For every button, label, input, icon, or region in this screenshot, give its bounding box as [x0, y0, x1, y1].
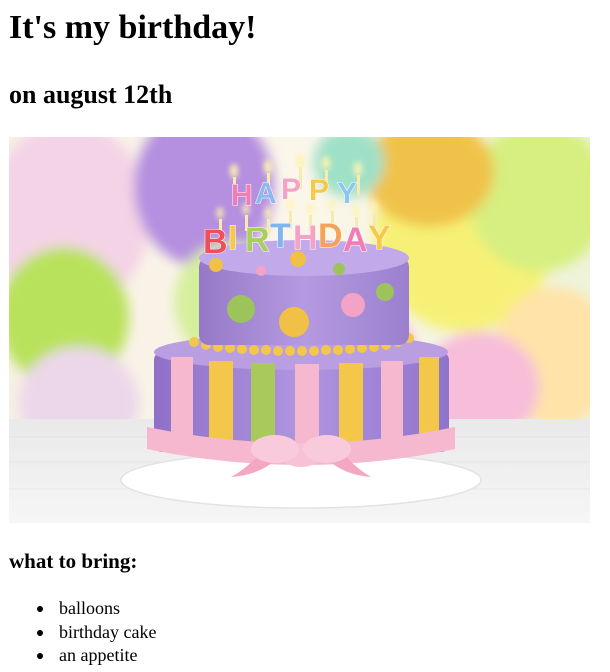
bring-heading: what to bring: [9, 549, 138, 573]
candle-letter: Y [368, 219, 391, 257]
list-item: balloons [19, 597, 156, 621]
candle-letters-birthday: B I R T H D A Y [203, 217, 392, 262]
candle-letter: P [309, 174, 329, 207]
candle-letter: T [270, 217, 291, 255]
candle-letter: I [228, 219, 237, 257]
candle-letter: H [293, 219, 318, 257]
page-title: It's my birthday! [9, 9, 257, 46]
candle-letter: A [255, 177, 277, 210]
candle-letter: D [318, 217, 343, 255]
candle-letter: P [281, 173, 301, 206]
candle-letter: H [231, 179, 253, 212]
candle-letter: B [203, 223, 228, 261]
page-subtitle: on august 12th [9, 80, 173, 109]
list-item: birthday cake [19, 621, 156, 645]
bring-list: balloons birthday cake an appetite [19, 597, 156, 668]
candle-letter: R [245, 221, 270, 259]
candle-letter: A [343, 221, 368, 259]
birthday-cake-image: H A P P Y B I R T H D A Y [9, 137, 590, 523]
list-item: an appetite [19, 644, 156, 668]
candle-letter: Y [337, 177, 357, 210]
